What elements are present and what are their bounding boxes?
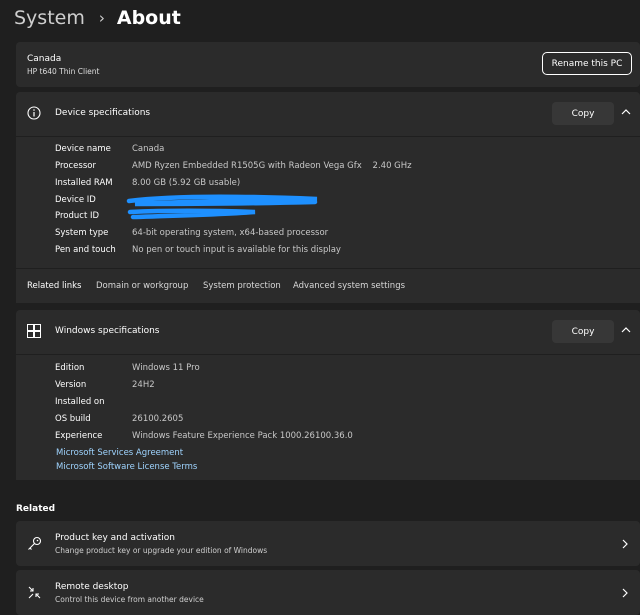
pc-name-card: Canada HP t640 Thin Client Rename this P…	[16, 42, 640, 87]
spec-label: Product ID	[55, 211, 100, 221]
spec-value: AMD Ryzen Embedded R1505G with Radeon Ve…	[132, 161, 412, 171]
spec-value: 64-bit operating system, x64-based proce…	[132, 228, 329, 238]
chevron-right-icon	[622, 539, 628, 549]
spec-label: Experience	[55, 431, 103, 441]
related-section-title: Related	[16, 504, 56, 514]
product-key-subtitle: Change product key or upgrade your editi…	[55, 546, 268, 555]
related-links-bar: Related links Domain or workgroup System…	[16, 269, 640, 303]
domain-workgroup-link[interactable]: Domain or workgroup	[96, 281, 188, 291]
spec-label: System type	[55, 228, 109, 238]
rename-pc-button[interactable]: Rename this PC	[542, 52, 632, 75]
product-id-redaction	[127, 208, 256, 220]
device-specs-header[interactable]: Device specifications Copy	[16, 92, 640, 136]
chevron-right-icon	[622, 588, 628, 598]
device-specs-copy-button[interactable]: Copy	[552, 102, 614, 125]
chevron-up-icon[interactable]	[620, 324, 632, 336]
spec-label: Pen and touch	[55, 245, 116, 255]
spec-value: Windows Feature Experience Pack 1000.261…	[132, 431, 353, 441]
spec-value: 24H2	[132, 380, 155, 390]
related-links-label: Related links	[27, 281, 82, 291]
remote-desktop-title: Remote desktop	[55, 582, 129, 592]
spec-value: No pen or touch input is available for t…	[132, 245, 341, 255]
pc-name: Canada	[27, 54, 62, 64]
spec-value: 26100.2605	[132, 414, 184, 424]
spec-label: Processor	[55, 161, 96, 171]
product-key-title: Product key and activation	[55, 533, 176, 543]
breadcrumb: System › About	[14, 5, 181, 31]
pc-model: HP t640 Thin Client	[27, 67, 100, 76]
device-specs-title: Device specifications	[55, 108, 151, 118]
windows-specs-header[interactable]: Windows specifications Copy	[16, 310, 640, 354]
info-icon	[27, 106, 41, 120]
spec-label: Device name	[55, 144, 111, 154]
windows-specs-title: Windows specifications	[55, 326, 160, 336]
remote-desktop-item[interactable]: Remote desktop Control this device from …	[16, 570, 640, 615]
spec-value: Canada	[132, 144, 165, 154]
chevron-up-icon[interactable]	[620, 106, 632, 118]
spec-label: Installed on	[55, 397, 105, 407]
spec-value: Windows 11 Pro	[132, 363, 200, 373]
spec-label: Installed RAM	[55, 178, 113, 188]
windows-logo-icon	[27, 324, 41, 338]
spec-label: Version	[55, 380, 87, 390]
advanced-system-settings-link[interactable]: Advanced system settings	[293, 281, 405, 291]
breadcrumb-system[interactable]: System	[14, 7, 85, 29]
remote-desktop-icon	[28, 586, 41, 599]
windows-specs-copy-button[interactable]: Copy	[552, 320, 614, 343]
system-protection-link[interactable]: System protection	[203, 281, 281, 291]
spec-label: Edition	[55, 363, 85, 373]
remote-desktop-subtitle: Control this device from another device	[55, 595, 204, 604]
spec-label: Device ID	[55, 195, 96, 205]
spec-value: 8.00 GB (5.92 GB usable)	[132, 178, 241, 188]
page-title: About	[116, 7, 181, 29]
key-icon	[28, 536, 42, 550]
spec-label: OS build	[55, 414, 91, 424]
license-terms-link[interactable]: Microsoft Software License Terms	[56, 462, 197, 472]
product-key-activation-item[interactable]: Product key and activation Change produc…	[16, 521, 640, 566]
breadcrumb-separator-icon: ›	[98, 9, 105, 27]
services-agreement-link[interactable]: Microsoft Services Agreement	[56, 448, 183, 458]
